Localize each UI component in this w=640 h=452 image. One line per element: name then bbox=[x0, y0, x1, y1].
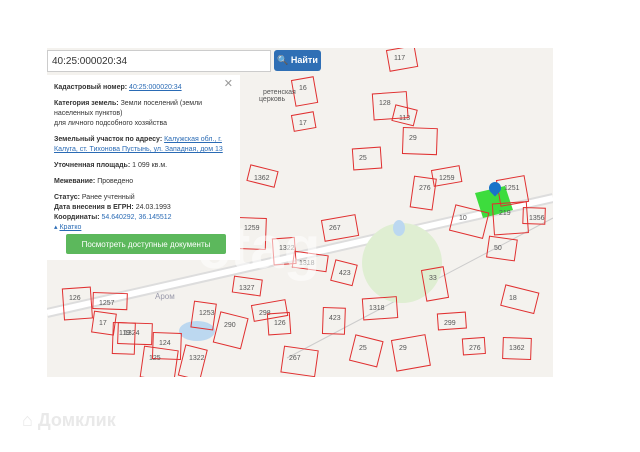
collapse-icon: ▴ bbox=[54, 224, 58, 231]
house-logo-icon: ⌂ bbox=[22, 410, 33, 430]
parcel-label: 117 bbox=[394, 55, 405, 62]
parcel-label: 267 bbox=[289, 355, 301, 362]
parcel-label: 1327 bbox=[239, 285, 255, 292]
parcel-outline bbox=[351, 146, 383, 171]
parcel-label: 1318 bbox=[369, 305, 385, 312]
parcel-info-panel: ✕ Кадастровый номер: 40:25:000020:34 Кат… bbox=[47, 75, 240, 260]
area-value: 1 099 кв.м. bbox=[132, 162, 168, 169]
parcel-label: 10 bbox=[459, 215, 467, 222]
parcel-label: 29 bbox=[399, 345, 407, 352]
parcel-label: 119 bbox=[119, 330, 130, 337]
parcel-label: 1257 bbox=[99, 300, 115, 307]
parcel-label: 29 bbox=[409, 135, 417, 142]
coord-label: Координаты: bbox=[54, 214, 100, 221]
parcel-label: 128 bbox=[379, 100, 391, 107]
parcel-outline bbox=[111, 322, 136, 355]
parcel-label: 1322 bbox=[189, 355, 205, 362]
parcel-label: 290 bbox=[224, 322, 236, 329]
parcel-label: 1259 bbox=[439, 175, 455, 182]
date-value: 24.03.1993 bbox=[135, 204, 171, 211]
parcel-outline bbox=[390, 334, 431, 372]
parcel-label: 219 bbox=[499, 210, 511, 217]
status-value: Ранее учтенный bbox=[81, 194, 135, 201]
parcel-label: 267 bbox=[329, 225, 341, 232]
parcel-label: 276 bbox=[469, 345, 481, 352]
category-label: Категория земель: bbox=[54, 100, 119, 107]
area-label: Уточненная площадь: bbox=[54, 162, 131, 169]
parcel-label: 1253 bbox=[199, 310, 215, 317]
parcel-label: 276 bbox=[419, 185, 431, 192]
cadastral-search-input[interactable] bbox=[47, 50, 271, 72]
close-icon[interactable]: ✕ bbox=[224, 79, 233, 90]
parcel-label: 33 bbox=[429, 275, 437, 282]
parcel-label: 125 bbox=[149, 355, 161, 362]
parcel-label: 17 bbox=[99, 320, 107, 327]
parcel-outline bbox=[212, 311, 249, 350]
parcel-label: 25 bbox=[359, 345, 367, 352]
parcel-label: 18 bbox=[509, 295, 517, 302]
status-label: Статус: bbox=[54, 194, 80, 201]
collapse-link[interactable]: Кратко bbox=[59, 224, 81, 231]
find-button[interactable]: 🔍 Найти bbox=[274, 50, 321, 71]
parcel-label: 1362 bbox=[254, 175, 270, 182]
parcel-label: 423 bbox=[329, 315, 341, 322]
parcel-label: 50 bbox=[494, 245, 502, 252]
svg-text:церковь: церковь bbox=[259, 96, 285, 103]
parcel-label: 25 bbox=[359, 155, 367, 162]
parcel-label: 1251 bbox=[504, 185, 520, 192]
cad-number-link[interactable]: 40:25:000020:34 bbox=[129, 84, 182, 91]
search-icon: 🔍 bbox=[277, 55, 289, 65]
category-use: для личного подсобного хозяйства bbox=[54, 120, 168, 127]
parcel-label: 16 bbox=[299, 85, 307, 92]
parcel-label: 126 bbox=[274, 320, 286, 327]
domclick-watermark: ⌂ Домклик bbox=[22, 410, 116, 430]
svg-text:ретенская: ретенская bbox=[263, 89, 296, 96]
view-documents-button[interactable]: Посмотреть доступные документы bbox=[66, 234, 226, 254]
address-label: Земельный участок по адресу: bbox=[54, 136, 163, 143]
parcel-label: 423 bbox=[339, 270, 351, 277]
survey-label: Межевание: bbox=[54, 178, 96, 185]
street-label: Аром bbox=[155, 292, 175, 301]
parcel-outline bbox=[486, 235, 518, 262]
parcel-label: 1362 bbox=[509, 345, 525, 352]
parcel-label: 17 bbox=[299, 120, 307, 127]
date-label: Дата внесения в ЕГРН: bbox=[54, 204, 134, 211]
cad-label: Кадастровый номер: bbox=[54, 84, 128, 91]
coord-value: 54.640292, 36.145512 bbox=[101, 214, 172, 221]
parcel-label: 126 bbox=[69, 295, 81, 302]
parcel-label: 124 bbox=[159, 340, 171, 347]
parcel-outline bbox=[401, 127, 438, 156]
parcel-outline bbox=[500, 284, 540, 315]
survey-value: Проведено bbox=[97, 178, 134, 185]
parcel-outline bbox=[409, 175, 437, 211]
parcel-label: 299 bbox=[444, 320, 456, 327]
parcel-label: 1356 bbox=[529, 215, 545, 222]
